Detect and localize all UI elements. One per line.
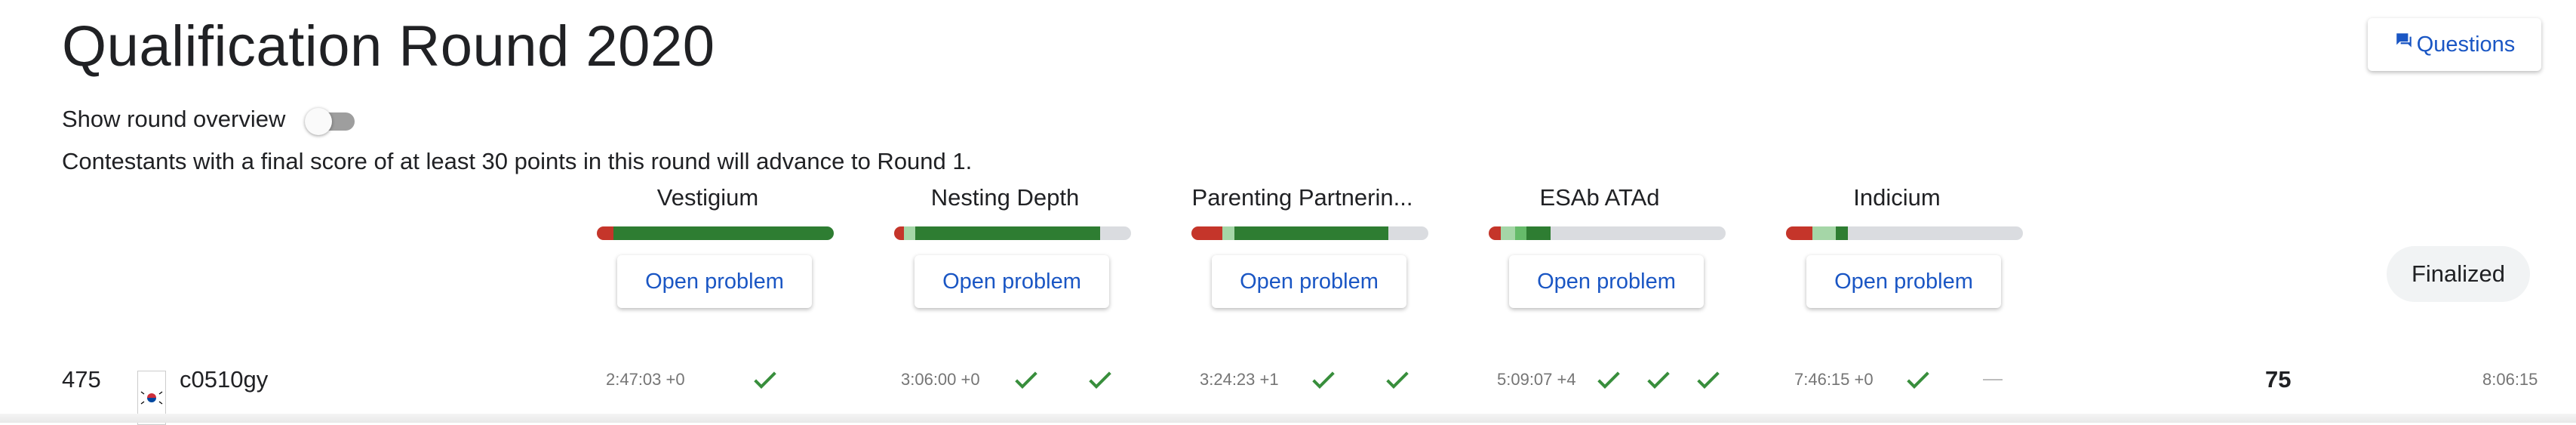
chat-bubble-icon <box>2396 33 2412 48</box>
progress-segment <box>894 226 904 240</box>
questions-label: Questions <box>2416 32 2516 57</box>
progress-segment <box>1500 226 1515 240</box>
toggle-thumb <box>305 108 333 135</box>
progress-segment <box>1526 226 1551 240</box>
problem-progress-bar <box>1489 226 1726 240</box>
problem-name: Indicium <box>1853 184 1941 211</box>
total-penalty-time: 8:06:15 <box>2482 370 2538 389</box>
progress-segment <box>613 226 834 240</box>
problem-progress-bar <box>1786 226 2023 240</box>
advance-info-text: Contestants with a final score of at lea… <box>62 148 973 174</box>
open-problem-button[interactable]: Open problem <box>1212 255 1406 308</box>
solved-check-icon <box>750 353 780 406</box>
problem-column-indicium: Indicium Open problem <box>1776 184 2023 308</box>
solved-check-icon <box>1308 353 1339 406</box>
progress-segment <box>1786 226 1812 240</box>
round-overview-toggle[interactable] <box>305 108 355 135</box>
overview-toggle-label: Show round overview <box>62 106 286 132</box>
open-problem-button[interactable]: Open problem <box>915 255 1109 308</box>
problem-name: Parenting Partnerin... <box>1191 184 1413 211</box>
progress-segment <box>1514 226 1527 240</box>
round-status-badge: Finalized <box>2387 246 2530 302</box>
progress-segment <box>903 226 916 240</box>
attempt-time: 2:47:03 +0 <box>606 370 685 389</box>
solved-check-icon <box>1693 353 1723 406</box>
contestant-name[interactable]: c0510gy <box>180 353 268 406</box>
progress-segment <box>1234 226 1388 240</box>
questions-button[interactable]: Questions <box>2368 18 2541 71</box>
problem-name: Nesting Depth <box>930 184 1080 211</box>
problem-progress-bar <box>597 226 834 240</box>
attempt-time: 5:09:07 +4 <box>1497 370 1576 389</box>
problem-progress-bar <box>894 226 1131 240</box>
attempt-time: 3:24:23 +1 <box>1200 370 1279 389</box>
progress-segment <box>1222 226 1234 240</box>
progress-segment <box>915 226 1101 240</box>
problem-column-esab-atad: ESAb ATAd Open problem <box>1479 184 1726 308</box>
page-title: Qualification Round 2020 <box>62 14 715 79</box>
scoreboard-row[interactable]: 475 c0510gy 2:47:03 +0 3:06:00 +0 3:24:2… <box>0 353 2576 425</box>
solved-check-icon <box>1594 353 1624 406</box>
problem-column-parenting-partnering: Parenting Partnerin... Open problem <box>1182 184 1428 308</box>
progress-segment <box>597 226 613 240</box>
open-problem-button[interactable]: Open problem <box>617 255 812 308</box>
solved-check-icon <box>1903 353 1933 406</box>
open-problem-button[interactable]: Open problem <box>1806 255 2001 308</box>
progress-segment <box>1191 226 1222 240</box>
solved-check-icon <box>1011 353 1041 406</box>
scrollbar-area <box>0 414 2576 423</box>
total-score: 75 <box>2265 366 2292 393</box>
solved-check-icon <box>1643 353 1674 406</box>
progress-segment <box>1812 226 1836 240</box>
solved-check-icon <box>1382 353 1412 406</box>
unattempted-dash-icon <box>1983 353 2003 406</box>
attempt-time: 7:46:15 +0 <box>1794 370 1874 389</box>
problem-column-vestigium: Vestigium Open problem <box>587 184 834 308</box>
problem-name: Vestigium <box>656 184 759 211</box>
solved-check-icon <box>1085 353 1115 406</box>
problem-column-nesting-depth: Nesting Depth Open problem <box>884 184 1131 308</box>
progress-segment <box>1489 226 1501 240</box>
progress-segment <box>1835 226 1848 240</box>
rank: 475 <box>62 366 101 393</box>
problem-name: ESAb ATAd <box>1539 184 1660 211</box>
attempt-time: 3:06:00 +0 <box>901 370 980 389</box>
problem-progress-bar <box>1191 226 1428 240</box>
overview-toggle-row: Show round overview <box>62 106 355 135</box>
open-problem-button[interactable]: Open problem <box>1509 255 1704 308</box>
